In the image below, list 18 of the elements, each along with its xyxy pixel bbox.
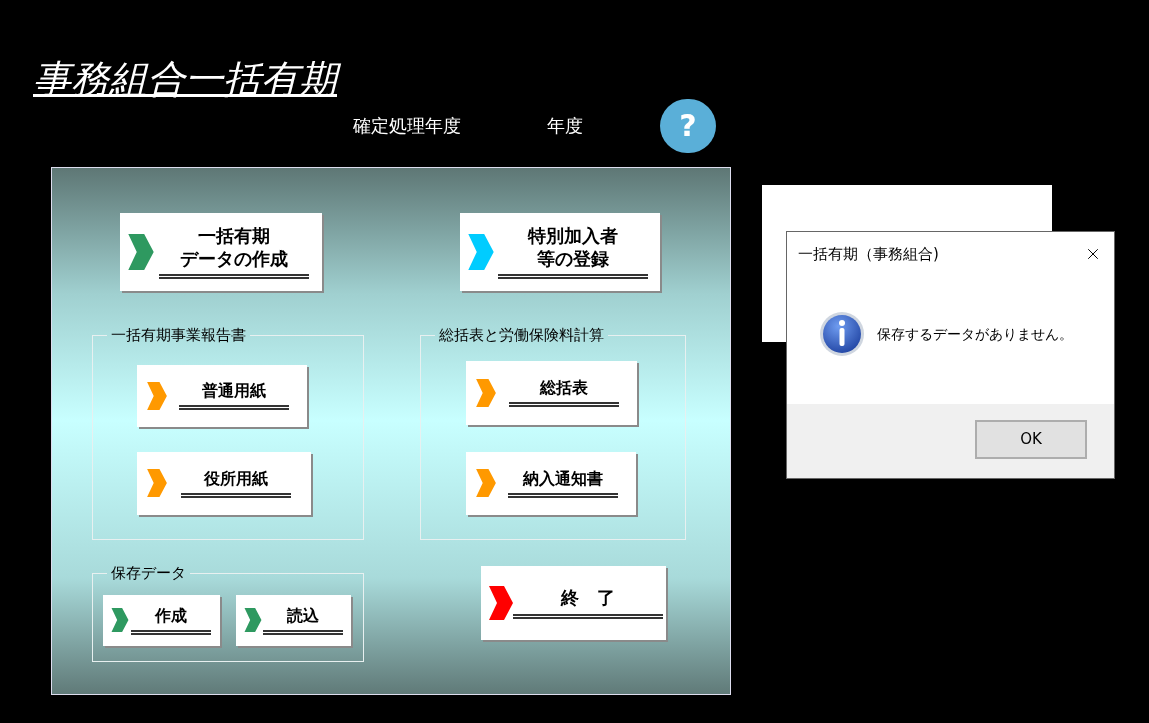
group-title: 一括有期事業報告書 — [110, 325, 247, 346]
group-title: 総括表と労働保険料計算 — [438, 325, 605, 346]
fiscal-year-unit: 年度 — [547, 114, 583, 138]
fiscal-year-label: 確定処理年度 — [353, 114, 461, 138]
menu-button[interactable]: 一括有期 データの作成 — [120, 213, 322, 291]
menu-button[interactable]: 納入通知書 — [466, 451, 636, 515]
group-title: 保存データ — [110, 563, 187, 584]
menu-button[interactable]: 特別加入者 等の登録 — [460, 213, 660, 291]
dialog-title: 一括有期（事務組合) — [798, 243, 939, 265]
info-icon — [819, 311, 865, 357]
menu-button[interactable]: 総括表 — [466, 360, 637, 425]
menu-button[interactable]: 読込 — [236, 594, 351, 646]
menu-button[interactable]: 普通用紙 — [137, 364, 307, 427]
menu-button[interactable]: 作成 — [103, 594, 220, 646]
menu-button[interactable]: 役所用紙 — [137, 451, 311, 515]
menu-button[interactable]: 終 了 — [481, 566, 666, 640]
ok-button[interactable]: OK — [975, 420, 1087, 459]
dialog-message: 保存するデータがありません。 — [877, 324, 1073, 344]
